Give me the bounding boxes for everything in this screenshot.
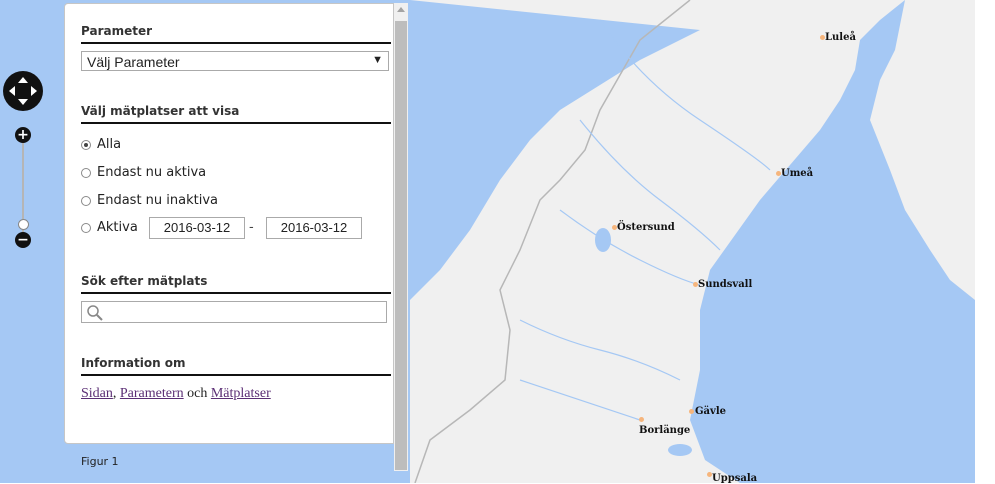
- zoom-out-button[interactable]: −: [15, 232, 31, 248]
- panel-scrollbar[interactable]: [394, 3, 408, 471]
- city-dot: [639, 417, 644, 422]
- lake-storsjon: [595, 228, 611, 252]
- parameter-select[interactable]: Välj Parameter ▼: [81, 51, 389, 71]
- search-icon: [87, 305, 103, 321]
- parameter-select-value: Välj Parameter: [87, 54, 180, 70]
- radio-button[interactable]: [81, 139, 91, 150]
- radio-option-aktiva-nu[interactable]: Endast nu aktiva: [81, 165, 206, 180]
- lake: [668, 444, 692, 456]
- city-label-lulea: Luleå: [825, 32, 856, 43]
- city-label-gavle: Gävle: [695, 406, 726, 417]
- city-dot: [689, 409, 694, 414]
- date-from-input[interactable]: 2016-03-12: [149, 217, 245, 239]
- chevron-down-icon: ▼: [372, 54, 383, 66]
- search-heading: Sök efter mätplats: [81, 274, 391, 294]
- pan-control-button[interactable]: [3, 71, 43, 111]
- radio-option-inaktiva-nu[interactable]: Endast nu inaktiva: [81, 193, 218, 208]
- parameter-heading: Parameter: [81, 24, 391, 44]
- city-label-uppsala: Uppsala: [712, 473, 758, 484]
- radio-button[interactable]: [81, 195, 91, 206]
- radio-button[interactable]: [81, 222, 91, 233]
- date-to-input[interactable]: 2016-03-12: [266, 217, 362, 239]
- radio-label: Endast nu aktiva: [97, 165, 207, 180]
- radio-label: Aktiva: [97, 220, 138, 235]
- city-label-borlange: Borlänge: [639, 425, 691, 436]
- scrollbar-thumb[interactable]: [395, 21, 407, 470]
- link-matplatser[interactable]: Mätplatser: [211, 386, 271, 401]
- info-heading: Information om: [81, 356, 391, 376]
- link-parametern[interactable]: Parametern: [120, 386, 184, 401]
- zoom-in-button[interactable]: +: [15, 127, 31, 143]
- zoom-slider-knob[interactable]: [18, 219, 29, 230]
- radio-label: Endast nu inaktiva: [97, 193, 218, 208]
- radio-option-alla[interactable]: Alla: [81, 137, 121, 152]
- radio-label: Alla: [97, 137, 122, 152]
- date-separator: -: [249, 220, 254, 235]
- scroll-up-icon[interactable]: [397, 7, 405, 12]
- info-links: Sidan, Parametern och Mätplatser: [81, 386, 271, 401]
- search-input[interactable]: [81, 301, 387, 323]
- city-label-ostersund: Östersund: [617, 222, 675, 233]
- pan-arrows-icon: [9, 77, 37, 105]
- stations-heading: Välj mätplatser att visa: [81, 104, 391, 124]
- radio-button[interactable]: [81, 167, 91, 178]
- link-sidan[interactable]: Sidan: [81, 386, 113, 401]
- figure-caption: Figur 1: [81, 455, 119, 468]
- city-label-umea: Umeå: [781, 168, 814, 179]
- city-label-sundsvall: Sundsvall: [698, 279, 753, 290]
- radio-option-aktiva[interactable]: Aktiva: [81, 220, 138, 235]
